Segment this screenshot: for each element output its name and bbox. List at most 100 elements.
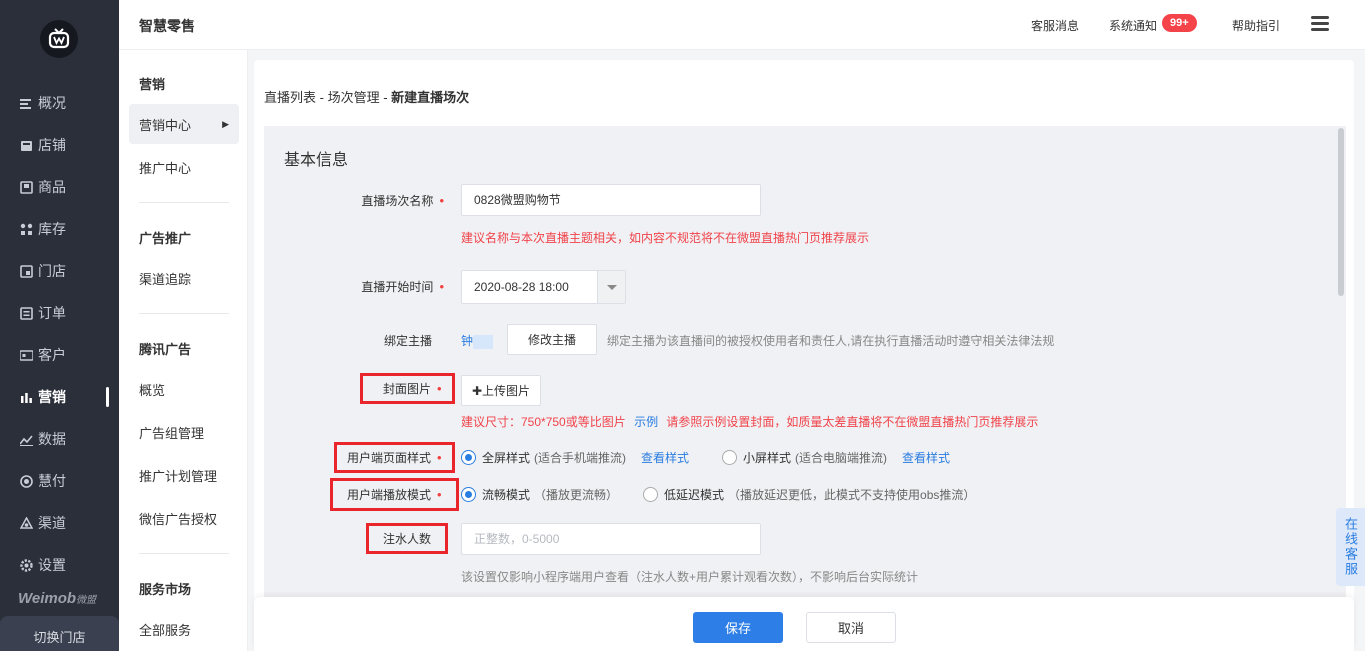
page-style-fullscreen-radio[interactable]: 全屏样式 (适合手机端推流) 查看样式 bbox=[461, 449, 689, 466]
nav-goods[interactable]: 商品 bbox=[0, 170, 119, 204]
required-mark: • bbox=[439, 279, 444, 294]
play-mode-label: 用户端播放模式 • bbox=[330, 478, 459, 511]
sub-item-channel-tracking[interactable]: 渠道追踪 bbox=[129, 258, 239, 298]
water-count-label-text: 注水人数 bbox=[383, 532, 432, 546]
nav-customer[interactable]: 客户 bbox=[0, 338, 119, 372]
sub-item-marketing-center[interactable]: 营销中心 ▶ bbox=[129, 104, 239, 144]
hamburger-menu-icon[interactable] bbox=[1311, 16, 1329, 34]
cover-hint-quality: 请参照示例设置封面，如质量太差直播将不在微盟直播热门页推荐展示 bbox=[666, 415, 1039, 429]
order-icon bbox=[20, 306, 33, 320]
water-count-hint: 该设置仅影响小程序端用户查看（注水人数+用户累计观看次数），不影响后台实际统计 bbox=[461, 570, 919, 584]
breadcrumb-live-list[interactable]: 直播列表 bbox=[264, 90, 316, 105]
store-icon bbox=[20, 264, 33, 278]
chevron-down-icon[interactable] bbox=[597, 271, 625, 303]
nav-overview[interactable]: 概况 bbox=[0, 86, 119, 120]
sub-item-wechat-ad-auth[interactable]: 微信广告授权 bbox=[129, 498, 239, 538]
section-title: 基本信息 bbox=[284, 152, 349, 169]
goods-icon bbox=[20, 180, 33, 194]
cover-label-text: 封面图片 bbox=[383, 382, 432, 396]
start-time-label-text: 直播开始时间 bbox=[361, 280, 434, 294]
sub-item-overview[interactable]: 概览 bbox=[129, 369, 239, 409]
anchor-label: 绑定主播 bbox=[383, 334, 432, 348]
start-time-label: 直播开始时间 • bbox=[264, 278, 444, 295]
overview-icon bbox=[20, 97, 33, 110]
online-service-button[interactable]: 在线客服 bbox=[1336, 508, 1365, 586]
change-anchor-button[interactable]: 修改主播 bbox=[507, 324, 597, 355]
cancel-button[interactable]: 取消 bbox=[806, 612, 896, 643]
nav-store[interactable]: 门店 bbox=[0, 254, 119, 288]
radio-label: 全屏样式 bbox=[482, 451, 531, 465]
nav-marketing[interactable]: 营销 bbox=[0, 380, 119, 414]
nav-order-label: 订单 bbox=[38, 305, 66, 321]
play-mode-smooth-radio[interactable]: 流畅模式 （播放更流畅） bbox=[461, 486, 618, 503]
anchor-name-mask bbox=[473, 334, 494, 349]
breadcrumb: 直播列表 - 场次管理 - 新建直播场次 bbox=[264, 87, 469, 106]
sub-item-ad-group[interactable]: 广告组管理 bbox=[129, 412, 239, 452]
start-time-picker[interactable]: 2020-08-28 18:00 bbox=[461, 270, 626, 304]
required-mark: • bbox=[437, 381, 442, 396]
required-mark: • bbox=[437, 487, 442, 502]
page-style-small-radio[interactable]: 小屏样式 (适合电脑端推流) 查看样式 bbox=[722, 449, 950, 466]
inventory-icon bbox=[20, 223, 33, 236]
cover-example-link[interactable]: 示例 bbox=[634, 415, 658, 429]
name-label: 直播场次名称 • bbox=[264, 192, 444, 209]
anchor-name-text: 钟 bbox=[461, 334, 474, 348]
secondary-sidebar: 营销 营销中心 ▶ 推广中心 广告推广 渠道追踪 腾讯广告 概览 广告组管理 推… bbox=[119, 50, 248, 651]
water-count-label: 注水人数 bbox=[366, 523, 449, 554]
view-style-link[interactable]: 查看样式 bbox=[902, 449, 950, 466]
nav-settings[interactable]: 设置 bbox=[0, 548, 119, 582]
name-hint: 建议名称与本次直播主题相关，如内容不规范将不在微盟直播热门页推荐展示 bbox=[461, 231, 870, 245]
sub-item-promo-plan[interactable]: 推广计划管理 bbox=[129, 455, 239, 495]
anchor-hint: 绑定主播为该直播间的被授权使用者和责任人,请在执行直播活动时遵守相关法律法规 bbox=[607, 334, 1055, 348]
help-link[interactable]: 帮助指引 bbox=[1232, 17, 1280, 34]
session-name-input[interactable]: 0828微盟购物节 bbox=[461, 184, 761, 216]
nav-pay-label: 慧付 bbox=[38, 473, 66, 489]
upload-image-button[interactable]: ✚上传图片 bbox=[461, 375, 541, 406]
nav-order[interactable]: 订单 bbox=[0, 296, 119, 330]
notice-badge: 99+ bbox=[1162, 14, 1197, 32]
nav-channel-label: 渠道 bbox=[38, 515, 66, 531]
group-title-ad-promotion: 广告推广 bbox=[139, 231, 192, 246]
customer-icon bbox=[20, 349, 33, 362]
nav-channel[interactable]: 渠道 bbox=[0, 506, 119, 540]
app-logo[interactable] bbox=[40, 20, 78, 58]
sub-item-promotion-center[interactable]: 推广中心 bbox=[129, 147, 239, 187]
customer-message-link[interactable]: 客服消息 bbox=[1031, 17, 1079, 34]
group-title-marketing: 营销 bbox=[139, 77, 166, 92]
cover-hint-size: 建议尺寸：750*750或等比图片 bbox=[461, 415, 626, 429]
save-button[interactable]: 保存 bbox=[693, 612, 783, 643]
play-mode-low-latency-radio[interactable]: 低延迟模式 （播放延迟更低，此模式不支持使用obs推流） bbox=[643, 486, 975, 503]
water-count-input[interactable]: 正整数，0-5000 bbox=[461, 523, 761, 555]
nav-shop[interactable]: 店铺 bbox=[0, 128, 119, 162]
nav-pay[interactable]: 慧付 bbox=[0, 464, 119, 498]
divider bbox=[139, 313, 229, 314]
basic-info-form: 基本信息 直播场次名称 • 0828微盟购物节 建议名称与本次直播主题相关，如内容… bbox=[264, 126, 1336, 651]
nav-store-label: 门店 bbox=[38, 263, 66, 279]
radio-checked-icon bbox=[461, 487, 476, 502]
nav-data[interactable]: 数据 bbox=[0, 422, 119, 456]
view-style-link[interactable]: 查看样式 bbox=[641, 449, 689, 466]
sub-item-label: 营销中心 bbox=[139, 117, 192, 133]
radio-unchecked-icon bbox=[643, 487, 658, 502]
brand-name: Weimob bbox=[18, 590, 77, 607]
data-icon bbox=[20, 433, 33, 446]
form-footer: 保存 取消 bbox=[254, 597, 1354, 651]
breadcrumb-current: 新建直播场次 bbox=[391, 90, 470, 105]
pay-icon bbox=[20, 474, 33, 488]
sub-item-all-services[interactable]: 全部服务 bbox=[129, 609, 239, 649]
switch-store-button[interactable]: 切换门店 bbox=[0, 616, 119, 651]
scrollbar-thumb[interactable] bbox=[1338, 128, 1344, 296]
marketing-icon bbox=[20, 391, 33, 404]
caret-right-icon: ▶ bbox=[222, 118, 229, 129]
brand-sub: 微盟 bbox=[76, 595, 97, 606]
name-label-text: 直播场次名称 bbox=[361, 194, 434, 208]
radio-label: 流畅模式 bbox=[482, 488, 531, 502]
radio-sub-label: （播放延迟更低，此模式不支持使用obs推流） bbox=[728, 488, 976, 502]
nav-settings-label: 设置 bbox=[38, 557, 66, 573]
page-style-label-text: 用户端页面样式 bbox=[347, 451, 432, 465]
system-notice-link[interactable]: 系统通知 bbox=[1109, 17, 1157, 34]
radio-label: 小屏样式 bbox=[743, 451, 792, 465]
breadcrumb-session-mgmt[interactable]: 场次管理 bbox=[328, 90, 380, 105]
nav-inventory[interactable]: 库存 bbox=[0, 212, 119, 246]
nav-goods-label: 商品 bbox=[38, 179, 66, 195]
